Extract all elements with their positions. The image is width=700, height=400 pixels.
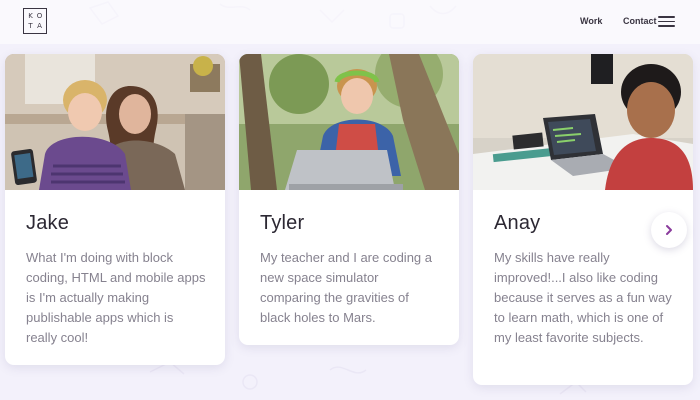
logo-letter-k: K — [28, 12, 33, 20]
photo-boy-with-laptop-icon — [239, 54, 459, 190]
testimonial-quote: What I'm doing with block coding, HTML a… — [26, 250, 206, 345]
testimonial-photo-anay — [473, 54, 693, 190]
testimonial-card-tyler[interactable]: Tyler My teacher and I are coding a new … — [239, 54, 459, 345]
nav-work-link[interactable]: Work — [580, 16, 602, 26]
photo-boy-at-desk-icon — [473, 54, 693, 190]
chevron-right-icon — [666, 225, 672, 235]
testimonial-photo-tyler — [239, 54, 459, 190]
logo-letter-a: A — [37, 22, 42, 30]
testimonial-photo-jake — [5, 54, 225, 190]
nav-contact-link[interactable]: Contact — [623, 16, 657, 26]
page: K O T A Work Contact Jake What I'm doing… — [0, 0, 700, 400]
carousel-next-button[interactable] — [651, 212, 687, 248]
testimonial-quote: My skills have really improved!...I also… — [494, 250, 672, 345]
logo-letter-t: T — [28, 22, 33, 30]
testimonial-name: Jake — [26, 212, 70, 234]
testimonial-card-jake[interactable]: Jake What I'm doing with block coding, H… — [5, 54, 225, 365]
photo-boy-and-mother-icon — [5, 54, 225, 190]
site-header: K O T A Work Contact — [0, 0, 700, 44]
logo-letter-o: O — [36, 12, 43, 20]
hamburger-icon[interactable] — [658, 16, 675, 27]
testimonial-quote: My teacher and I are coding a new space … — [260, 250, 432, 325]
testimonial-name: Anay — [494, 212, 541, 234]
kota-logo[interactable]: K O T A — [23, 8, 47, 34]
testimonial-name: Tyler — [260, 212, 305, 234]
